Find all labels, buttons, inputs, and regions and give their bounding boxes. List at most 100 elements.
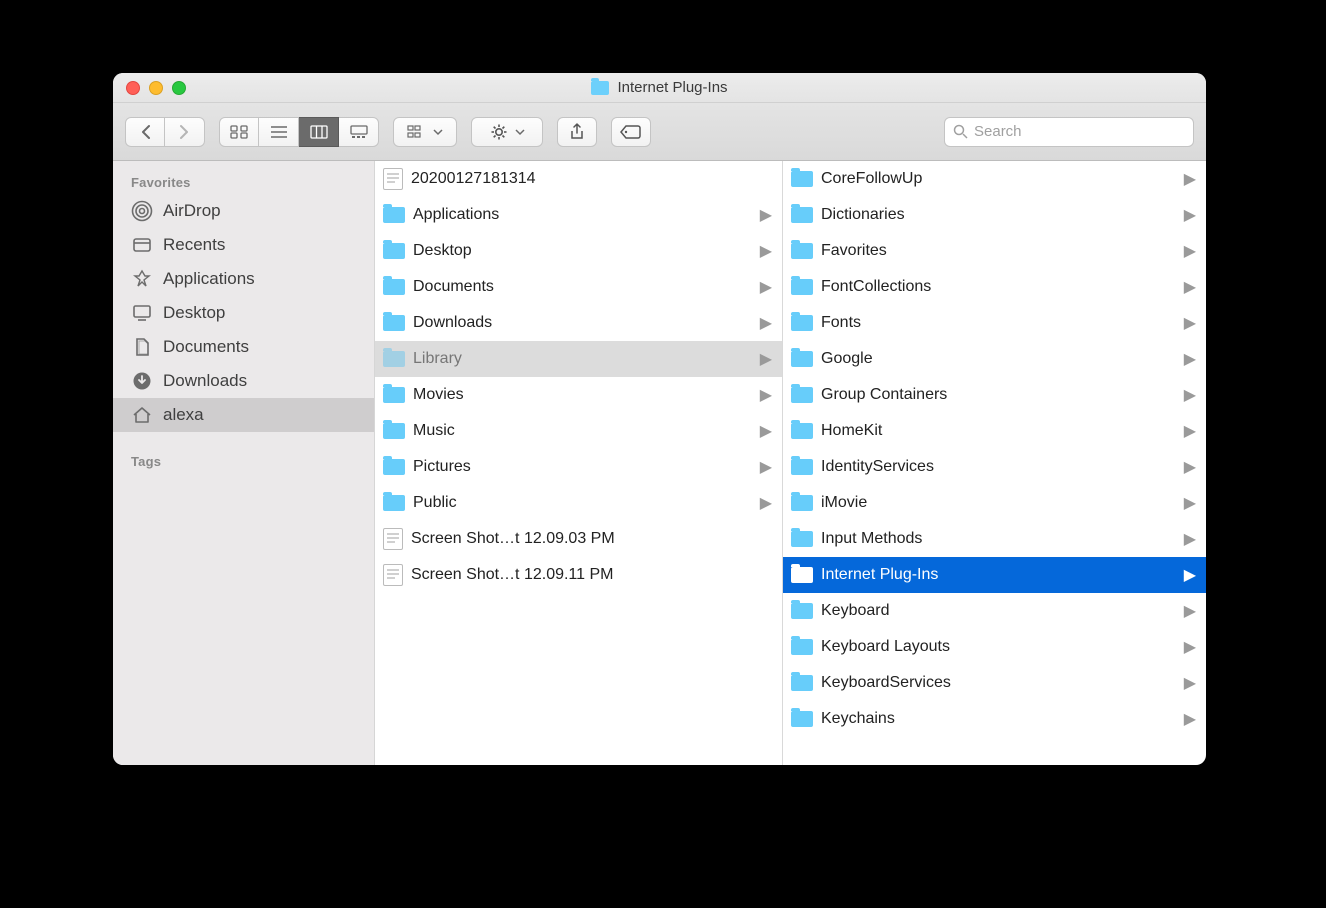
folder-row[interactable]: Internet Plug-Ins▶ xyxy=(783,557,1206,593)
folder-icon xyxy=(791,315,813,331)
file-icon xyxy=(383,564,403,586)
sidebar-item-label: alexa xyxy=(163,405,204,425)
folder-icon xyxy=(791,243,813,259)
item-label: FontCollections xyxy=(821,278,1176,296)
item-label: Keyboard Layouts xyxy=(821,638,1176,656)
search-placeholder: Search xyxy=(974,123,1022,140)
chevron-right-icon: ▶ xyxy=(1184,349,1196,369)
home-icon xyxy=(131,404,153,426)
folder-row[interactable]: Movies▶ xyxy=(375,377,782,413)
search-icon xyxy=(953,124,968,139)
apps-icon xyxy=(131,268,153,290)
item-label: Dictionaries xyxy=(821,206,1176,224)
sidebar-item-label: Downloads xyxy=(163,371,247,391)
folder-row[interactable]: Google▶ xyxy=(783,341,1206,377)
item-label: Keyboard xyxy=(821,602,1176,620)
gallery-view-button[interactable] xyxy=(339,117,379,147)
sidebar-item-airdrop[interactable]: AirDrop xyxy=(113,194,374,228)
window-title: Internet Plug-Ins xyxy=(113,79,1206,96)
item-label: Group Containers xyxy=(821,386,1176,404)
sidebar-tags-header: Tags xyxy=(113,446,374,473)
folder-icon xyxy=(791,531,813,547)
folder-icon xyxy=(791,711,813,727)
zoom-button[interactable] xyxy=(172,81,186,95)
chevron-right-icon: ▶ xyxy=(760,313,772,333)
item-label: HomeKit xyxy=(821,422,1176,440)
chevron-right-icon: ▶ xyxy=(760,241,772,261)
column-0[interactable]: 20200127181314Applications▶Desktop▶Docum… xyxy=(375,161,783,765)
column-view-button[interactable] xyxy=(299,117,339,147)
folder-row[interactable]: IdentityServices ▶ xyxy=(783,449,1206,485)
folder-icon xyxy=(791,603,813,619)
sidebar-item-alexa[interactable]: alexa xyxy=(113,398,374,432)
folder-row[interactable]: Library▶ xyxy=(375,341,782,377)
folder-icon xyxy=(791,207,813,223)
folder-icon xyxy=(383,495,405,511)
group-button[interactable] xyxy=(393,117,457,147)
folder-row[interactable]: Keyboard Layouts ▶ xyxy=(783,629,1206,665)
chevron-right-icon: ▶ xyxy=(760,277,772,297)
folder-row[interactable]: Pictures▶ xyxy=(375,449,782,485)
item-label: KeyboardServices xyxy=(821,674,1176,692)
icon-view-button[interactable] xyxy=(219,117,259,147)
folder-icon xyxy=(383,387,405,403)
folder-row[interactable]: Keyboard▶ xyxy=(783,593,1206,629)
folder-icon xyxy=(791,639,813,655)
search-field[interactable]: Search xyxy=(944,117,1194,147)
folder-row[interactable]: Public▶ xyxy=(375,485,782,521)
back-button[interactable] xyxy=(125,117,165,147)
folder-row[interactable]: FontCollections▶ xyxy=(783,269,1206,305)
sidebar-item-desktop[interactable]: Desktop xyxy=(113,296,374,330)
sidebar-item-label: Desktop xyxy=(163,303,225,323)
toolbar: Search xyxy=(113,103,1206,161)
action-button[interactable] xyxy=(471,117,543,147)
folder-icon xyxy=(591,81,609,95)
chevron-right-icon: ▶ xyxy=(1184,709,1196,729)
column-browser: 20200127181314Applications▶Desktop▶Docum… xyxy=(375,161,1206,765)
folder-icon xyxy=(383,315,405,331)
share-button[interactable] xyxy=(557,117,597,147)
chevron-right-icon: ▶ xyxy=(760,205,772,225)
item-label: IdentityServices xyxy=(821,458,1176,476)
folder-row[interactable]: Downloads▶ xyxy=(375,305,782,341)
sidebar-item-downloads[interactable]: Downloads xyxy=(113,364,374,398)
list-view-button[interactable] xyxy=(259,117,299,147)
column-1[interactable]: CoreFollowUp▶Dictionaries▶Favorites▶Font… xyxy=(783,161,1206,765)
item-label: Documents xyxy=(413,278,752,296)
folder-row[interactable]: Keychains▶ xyxy=(783,701,1206,737)
window-title-text: Internet Plug-Ins xyxy=(617,79,727,96)
folder-row[interactable]: Documents ▶ xyxy=(375,269,782,305)
item-label: Desktop xyxy=(413,242,752,260)
file-row[interactable]: Screen Shot…t 12.09.11 PM xyxy=(375,557,782,593)
item-label: Public xyxy=(413,494,752,512)
window-body: Favorites AirDropRecentsApplicationsDesk… xyxy=(113,161,1206,765)
file-row[interactable]: 20200127181314 xyxy=(375,161,782,197)
sidebar-item-applications[interactable]: Applications xyxy=(113,262,374,296)
folder-row[interactable]: Applications▶ xyxy=(375,197,782,233)
file-row[interactable]: Screen Shot…t 12.09.03 PM xyxy=(375,521,782,557)
folder-row[interactable]: Desktop ▶ xyxy=(375,233,782,269)
chevron-right-icon: ▶ xyxy=(1184,637,1196,657)
item-label: Pictures xyxy=(413,458,752,476)
forward-button[interactable] xyxy=(165,117,205,147)
item-label: Internet Plug-Ins xyxy=(821,566,1176,584)
sidebar-item-recents[interactable]: Recents xyxy=(113,228,374,262)
close-button[interactable] xyxy=(126,81,140,95)
minimize-button[interactable] xyxy=(149,81,163,95)
folder-row[interactable]: KeyboardServices▶ xyxy=(783,665,1206,701)
folder-row[interactable]: Music▶ xyxy=(375,413,782,449)
folder-row[interactable]: HomeKit▶ xyxy=(783,413,1206,449)
tags-button[interactable] xyxy=(611,117,651,147)
folder-row[interactable]: iMovie▶ xyxy=(783,485,1206,521)
chevron-right-icon: ▶ xyxy=(1184,457,1196,477)
sidebar-item-label: AirDrop xyxy=(163,201,221,221)
folder-row[interactable]: CoreFollowUp▶ xyxy=(783,161,1206,197)
folder-row[interactable]: Fonts▶ xyxy=(783,305,1206,341)
folder-row[interactable]: Group Containers▶ xyxy=(783,377,1206,413)
folder-row[interactable]: Input Methods▶ xyxy=(783,521,1206,557)
documents-icon xyxy=(131,336,153,358)
folder-row[interactable]: Favorites▶ xyxy=(783,233,1206,269)
folder-row[interactable]: Dictionaries▶ xyxy=(783,197,1206,233)
airdrop-icon xyxy=(131,200,153,222)
sidebar-item-documents[interactable]: Documents xyxy=(113,330,374,364)
